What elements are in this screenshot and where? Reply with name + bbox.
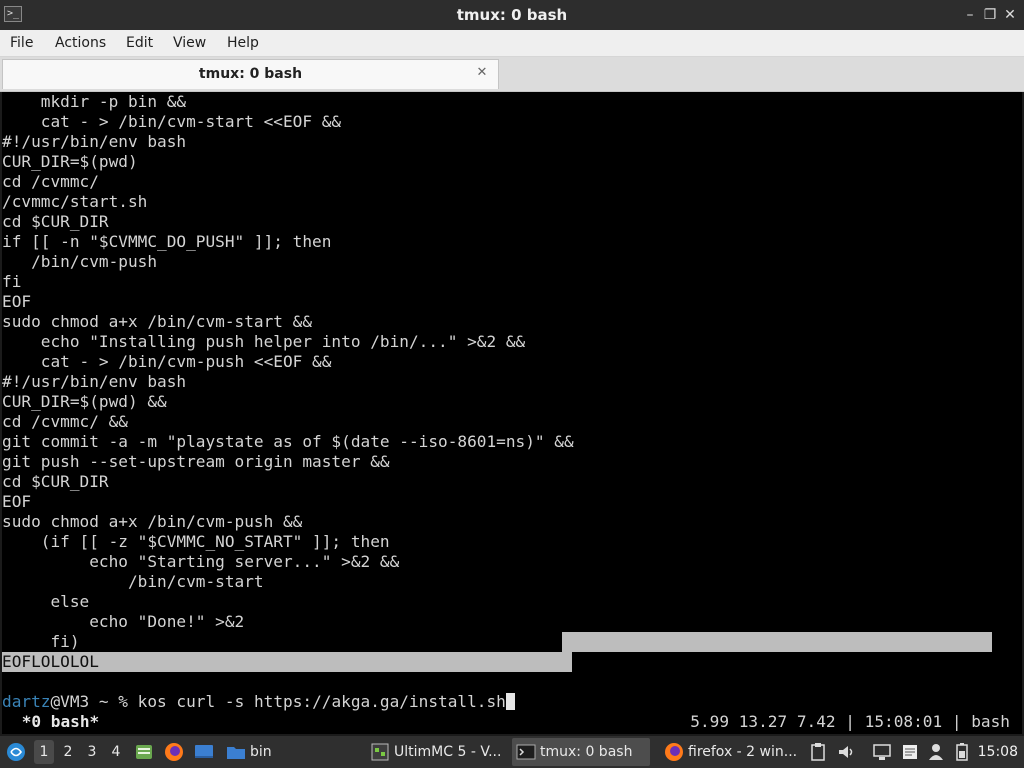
task-firefox[interactable]: firefox - 2 win... [660, 738, 802, 766]
task-ultimmc[interactable]: UltimMC 5 - V... [366, 738, 504, 766]
terminal-line: cat - > /bin/cvm-push <<EOF && [2, 352, 332, 371]
show-desktop-icon[interactable] [194, 742, 214, 762]
terminal-line: else [2, 592, 90, 611]
menu-bar: File Actions Edit View Help [0, 30, 1024, 57]
terminal-line: EOF [2, 292, 32, 311]
text-cursor [505, 693, 515, 710]
terminal-line: git commit -a -m "playstate as of $(date… [2, 432, 574, 451]
close-window-button[interactable]: ✕ [1000, 5, 1020, 25]
terminal-line: /bin/cvm-push [2, 252, 158, 271]
tab-label: tmux: 0 bash [198, 66, 303, 82]
tab-tmux-bash[interactable]: tmux: 0 bash ✕ [2, 59, 499, 89]
selection-highlight [562, 632, 992, 652]
workspace-4[interactable]: 4 [106, 740, 126, 764]
start-menu-icon[interactable] [6, 742, 26, 762]
terminal-line: echo "Done!" >&2 [2, 612, 245, 631]
command-input[interactable]: kos curl -s https://akga.ga/install.sh [138, 692, 506, 711]
terminal-line: fi) [2, 632, 80, 651]
window-title: tmux: 0 bash [456, 6, 568, 24]
terminal-line: CUR_DIR=$(pwd) [2, 152, 138, 171]
menu-view[interactable]: View [173, 30, 206, 56]
terminal-line: mkdir -p bin && [2, 92, 187, 111]
user-icon[interactable] [926, 742, 946, 762]
terminal-area[interactable]: mkdir -p bin && cat - > /bin/cvm-start <… [2, 92, 1022, 734]
menu-file[interactable]: File [10, 30, 33, 56]
network-icon[interactable] [872, 742, 892, 762]
terminal-line: echo "Starting server..." >&2 && [2, 552, 400, 571]
terminal-line: echo "Installing push helper into /bin/.… [2, 332, 526, 351]
menu-edit[interactable]: Edit [126, 30, 153, 56]
terminal-line: sudo chmod a+x /bin/cvm-start && [2, 312, 313, 331]
workspace-1[interactable]: 1 [34, 740, 54, 764]
eof-marker-line: EOFLOLOLOL [2, 652, 99, 671]
menu-actions[interactable]: Actions [55, 30, 106, 56]
folder-icon [227, 747, 245, 759]
terminal-line: fi [2, 272, 22, 291]
tmux-status-right: 5.99 13.27 7.42 | 15:08:01 | bash [690, 712, 1010, 731]
prompt-line[interactable]: dartz@VM3 ~ % kos curl -s https://akga.g… [2, 692, 515, 712]
battery-icon[interactable] [952, 742, 972, 762]
volume-icon[interactable] [836, 742, 856, 762]
terminal-line: if [[ -n "$CVMMC_DO_PUSH" ]]; then [2, 232, 332, 251]
terminal-line: EOF [2, 492, 32, 511]
terminal-line: cd $CUR_DIR [2, 212, 109, 231]
prompt-host-path: @VM3 ~ % [50, 692, 138, 711]
task-label: UltimMC 5 - V... [394, 744, 502, 760]
terminal-line: /bin/cvm-start [2, 572, 264, 591]
terminal-line: cd /cvmmc/ [2, 172, 99, 191]
window-titlebar: >_ tmux: 0 bash – ❐ ✕ [0, 0, 1024, 30]
terminal-line: cat - > /bin/cvm-start <<EOF && [2, 112, 342, 131]
firefox-launcher-icon[interactable] [164, 742, 184, 762]
workspace-2[interactable]: 2 [58, 740, 78, 764]
maximize-button[interactable]: ❐ [980, 5, 1000, 25]
minimize-button[interactable]: – [960, 5, 980, 25]
ultimmc-icon [371, 743, 389, 761]
terminal-line: #!/usr/bin/env bash [2, 132, 187, 151]
terminal-line: git push --set-upstream origin master && [2, 452, 390, 471]
clipboard-icon[interactable] [808, 742, 828, 762]
terminal-line: cd $CUR_DIR [2, 472, 109, 491]
terminal-line: /cvmmc/start.sh [2, 192, 148, 211]
task-label: firefox - 2 win... [688, 744, 798, 760]
firefox-icon [665, 743, 683, 761]
terminal-icon [516, 744, 536, 760]
terminal-line: CUR_DIR=$(pwd) && [2, 392, 167, 411]
task-tmux[interactable]: tmux: 0 bash [512, 738, 650, 766]
terminal-line: (if [[ -z "$CVMMC_NO_START" ]]; then [2, 532, 390, 551]
task-label: bin [250, 744, 272, 760]
clock[interactable]: 15:08 [978, 736, 1018, 768]
taskbar: 1 2 3 4 bin UltimMC 5 - V... tmux: 0 bas… [0, 736, 1024, 768]
tab-close-icon[interactable]: ✕ [474, 64, 490, 82]
terminal-line: #!/usr/bin/env bash [2, 372, 187, 391]
workspace-3[interactable]: 3 [82, 740, 102, 764]
terminal-line: cd /cvmmc/ && [2, 412, 128, 431]
notes-icon[interactable] [900, 742, 920, 762]
prompt-user: dartz [2, 692, 51, 711]
menu-help[interactable]: Help [227, 30, 259, 56]
task-folder-bin[interactable]: bin [222, 738, 352, 766]
tab-bar: tmux: 0 bash ✕ [0, 57, 1024, 92]
task-label: tmux: 0 bash [540, 744, 633, 760]
file-manager-icon[interactable] [134, 742, 154, 762]
tmux-window-status[interactable]: *0 bash* [12, 712, 100, 732]
terminal-line: sudo chmod a+x /bin/cvm-push && [2, 512, 303, 531]
